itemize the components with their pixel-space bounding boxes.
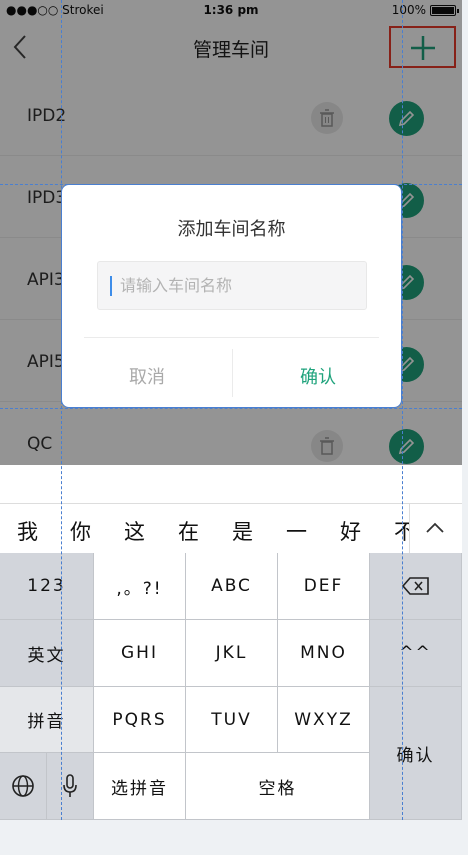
- candidate-word[interactable]: 这: [124, 516, 145, 546]
- key-english[interactable]: 英文: [0, 620, 94, 687]
- candidate-word[interactable]: 我: [17, 516, 38, 546]
- chevron-up-icon: [426, 522, 444, 533]
- candidate-word[interactable]: 你: [70, 516, 91, 546]
- app-screen: ●●●○○ Strokei 1:36 pm 100% 管理车间 IPD2 IPD…: [0, 0, 462, 855]
- guide-line: [61, 0, 62, 820]
- key-mno[interactable]: MNO: [278, 620, 370, 687]
- candidate-word[interactable]: 是: [232, 516, 253, 546]
- workshop-name-field[interactable]: [97, 261, 367, 310]
- candidate-bar: 我 你 这 在 是 一 好 不: [0, 503, 462, 554]
- expand-candidates-button[interactable]: [409, 504, 462, 554]
- cancel-button[interactable]: 取消: [62, 363, 232, 389]
- key-emoji[interactable]: ^^: [370, 620, 462, 687]
- microphone-icon: [63, 774, 77, 797]
- key-pinyin[interactable]: 拼音: [0, 687, 94, 753]
- key-punctuation[interactable]: ,。?!: [94, 553, 186, 620]
- confirm-button[interactable]: 确认: [233, 363, 403, 389]
- key-pqrs[interactable]: PQRS: [94, 687, 186, 753]
- guide-line: [402, 0, 403, 820]
- guide-line: [0, 408, 462, 409]
- key-def[interactable]: DEF: [278, 553, 370, 620]
- candidate-word[interactable]: 一: [286, 516, 307, 546]
- key-123[interactable]: 123: [0, 553, 94, 620]
- candidate-word[interactable]: 好: [340, 516, 361, 546]
- keyboard: 123 ,。?! ABC DEF 英文 GHI JKL MNO ^^ 拼音 PQ…: [0, 553, 462, 820]
- key-ghi[interactable]: GHI: [94, 620, 186, 687]
- key-confirm[interactable]: 确认: [370, 687, 462, 820]
- text-caret: [110, 276, 112, 296]
- globe-icon: [12, 775, 34, 797]
- globe-key[interactable]: [0, 753, 47, 820]
- add-workshop-dialog: 添加车间名称 取消 确认: [61, 184, 402, 408]
- dialog-title: 添加车间名称: [177, 219, 286, 240]
- key-wxyz[interactable]: WXYZ: [278, 687, 370, 753]
- backspace-icon: [401, 577, 429, 595]
- key-jkl[interactable]: JKL: [186, 620, 278, 687]
- dialog-divider: [84, 337, 379, 338]
- bottom-strip: [0, 820, 468, 855]
- candidate-word[interactable]: 在: [178, 516, 199, 546]
- keyboard-spacer: [0, 465, 462, 503]
- workshop-name-input[interactable]: [120, 262, 360, 309]
- key-select-pinyin[interactable]: 选拼音: [94, 753, 186, 820]
- key-tuv[interactable]: TUV: [186, 687, 278, 753]
- backspace-key[interactable]: [370, 553, 462, 620]
- key-abc[interactable]: ABC: [186, 553, 278, 620]
- microphone-key[interactable]: [47, 753, 94, 820]
- guide-line: [0, 184, 462, 185]
- key-space[interactable]: 空格: [186, 753, 370, 820]
